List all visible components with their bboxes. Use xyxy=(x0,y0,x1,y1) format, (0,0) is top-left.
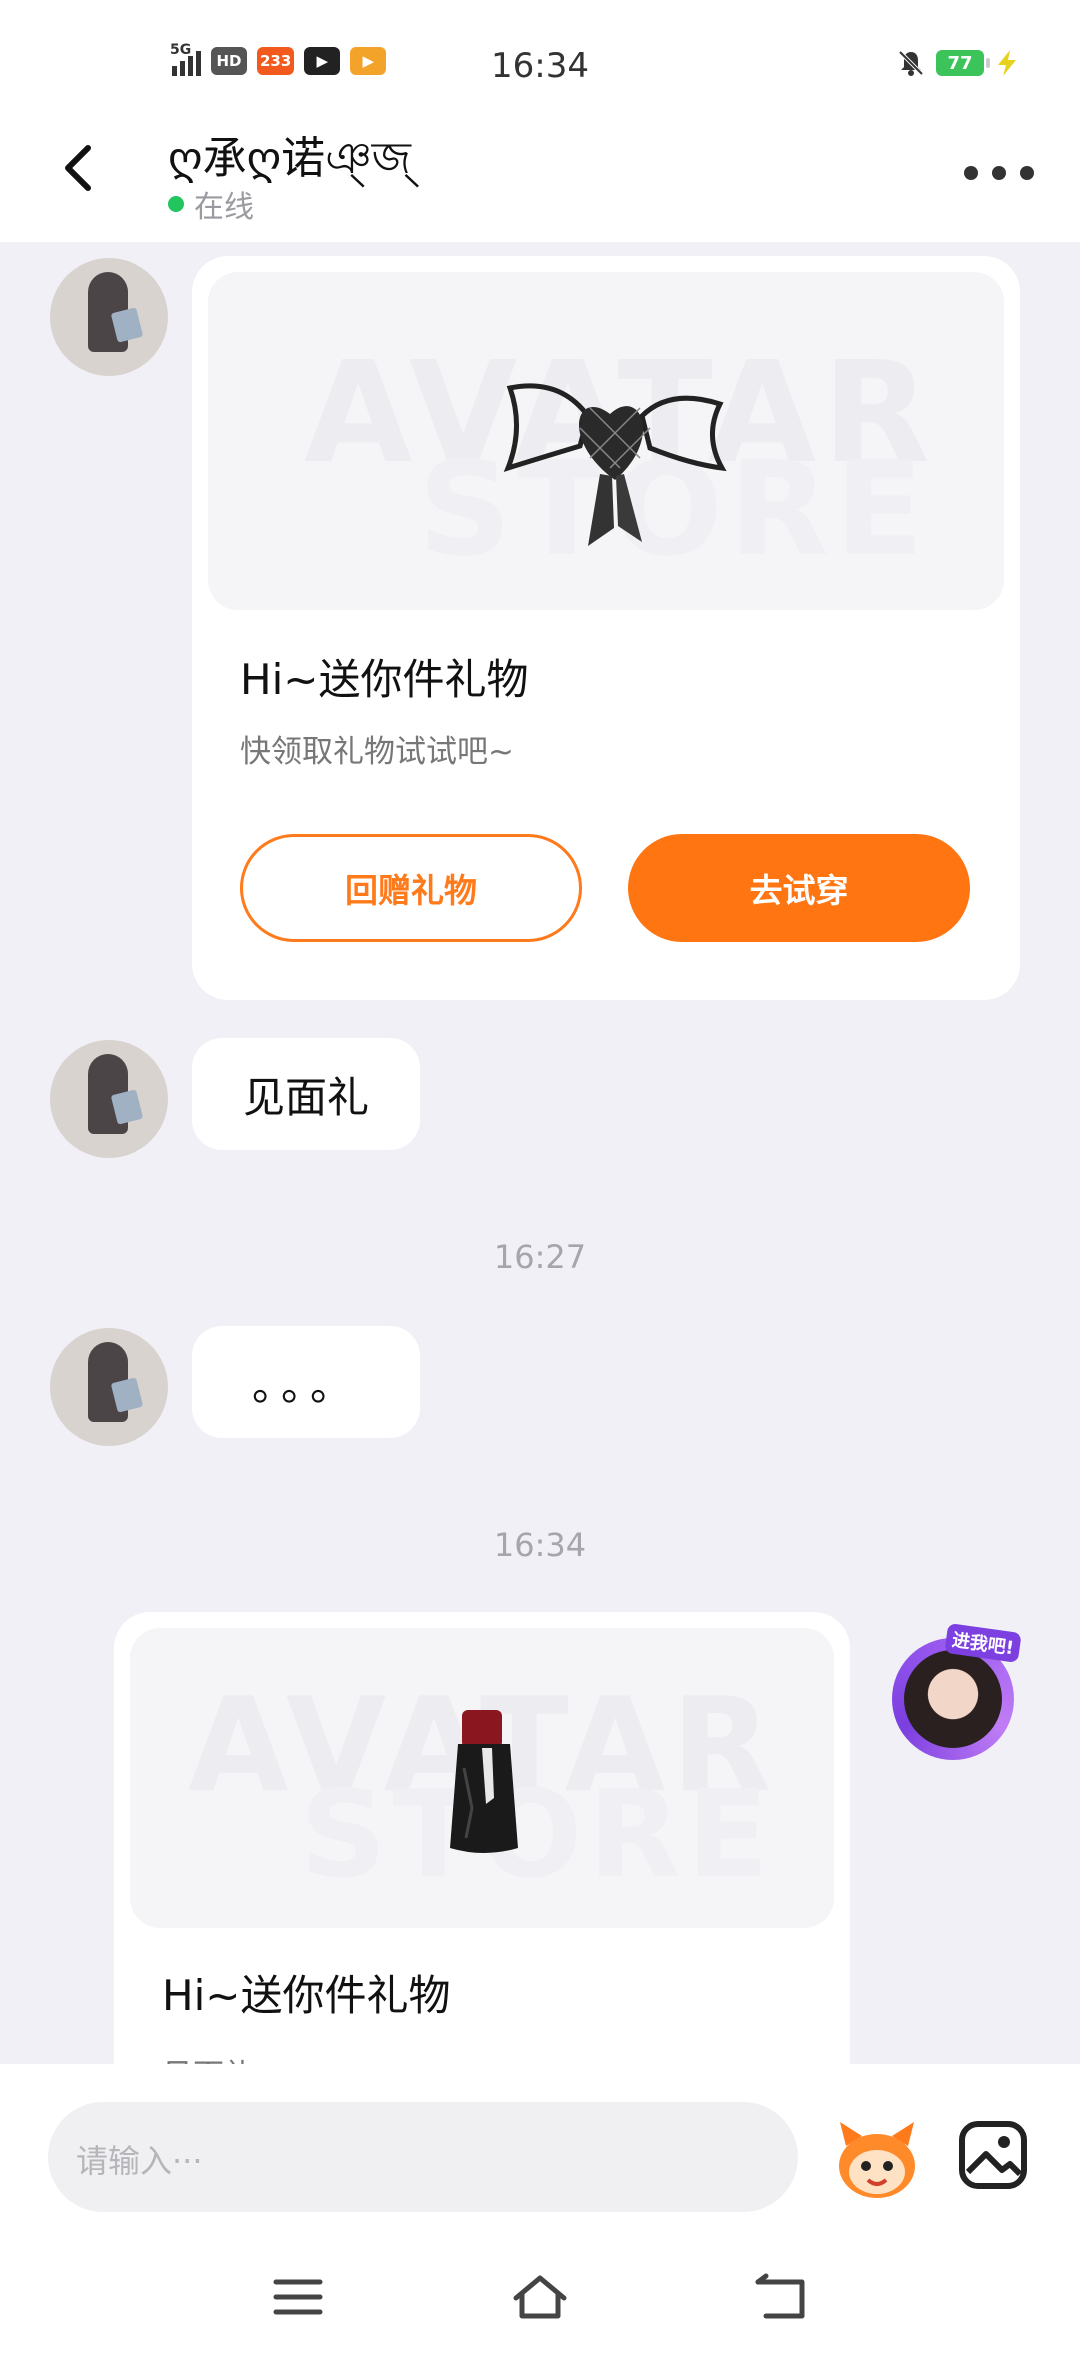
message-bubble[interactable]: 见面礼 xyxy=(192,1038,420,1150)
chat-messages[interactable]: AVATAR STORE Hi~送你件礼物 快领取礼物试试吧~ 回赠礼物 去试穿… xyxy=(0,242,1080,2064)
more-dots-icon xyxy=(964,166,978,180)
gift-preview[interactable]: AVATAR STORE xyxy=(208,272,1004,610)
gift-card-subtitle: 快领取礼物试试吧~ xyxy=(240,734,514,770)
battery-icon: 77 xyxy=(936,50,990,76)
menu-icon[interactable] xyxy=(268,2272,328,2322)
message-bubble[interactable]: 。。。 xyxy=(192,1326,420,1438)
chat-header: ღ承ღ诺ঞ্জ্ 在线 xyxy=(0,108,1080,242)
system-nav-bar xyxy=(0,2216,1080,2376)
input-bar: 请输入··· xyxy=(0,2064,1080,2216)
charging-icon xyxy=(998,50,1016,76)
back-button[interactable] xyxy=(50,138,110,198)
return-icon[interactable] xyxy=(752,2272,812,2322)
timestamp: 16:27 xyxy=(493,1238,587,1276)
timestamp: 16:34 xyxy=(493,1526,587,1564)
status-bar: 5G HD 233 ▶ ▶ 16:34 77 xyxy=(0,0,1080,108)
contact-avatar[interactable] xyxy=(50,1040,168,1158)
mute-bell-icon xyxy=(898,50,924,76)
message-input[interactable]: 请输入··· xyxy=(48,2102,798,2212)
more-dot xyxy=(1020,166,1034,180)
online-dot-icon xyxy=(168,196,184,212)
online-status: 在线 xyxy=(168,182,254,226)
gift-card-title: Hi~送你件礼物 xyxy=(162,1971,451,2020)
online-status-label: 在线 xyxy=(194,190,254,225)
dress-gift-icon xyxy=(450,1710,518,1853)
contact-avatar[interactable] xyxy=(50,258,168,376)
gift-card-sent[interactable]: AVATAR STORE Hi~送你件礼物 见面礼 xyxy=(114,1612,850,2064)
more-dot xyxy=(992,166,1006,180)
mascot-icon[interactable] xyxy=(832,2116,922,2206)
more-button[interactable] xyxy=(964,158,1034,188)
gift-preview[interactable]: AVATAR STORE xyxy=(130,1628,834,1928)
try-on-button[interactable]: 去试穿 xyxy=(628,834,970,942)
home-icon[interactable] xyxy=(510,2272,570,2322)
return-gift-button[interactable]: 回赠礼物 xyxy=(240,834,582,942)
gift-card[interactable]: AVATAR STORE Hi~送你件礼物 快领取礼物试试吧~ 回赠礼物 去试穿 xyxy=(192,256,1020,1000)
status-icons-right: 77 xyxy=(896,48,1020,78)
avatar-photo xyxy=(904,1650,1002,1748)
gift-card-subtitle: 见面礼 xyxy=(162,2050,255,2064)
image-icon[interactable] xyxy=(958,2120,1028,2190)
bow-gift-icon xyxy=(503,383,727,546)
watermark-store: STORE xyxy=(300,1766,775,1905)
battery-level: 77 xyxy=(947,52,973,74)
self-avatar[interactable]: 进我吧! xyxy=(884,1622,1024,1768)
gift-card-title: Hi~送你件礼物 xyxy=(240,655,529,704)
message-input-placeholder: 请输入··· xyxy=(76,2142,203,2180)
contact-avatar[interactable] xyxy=(50,1328,168,1446)
